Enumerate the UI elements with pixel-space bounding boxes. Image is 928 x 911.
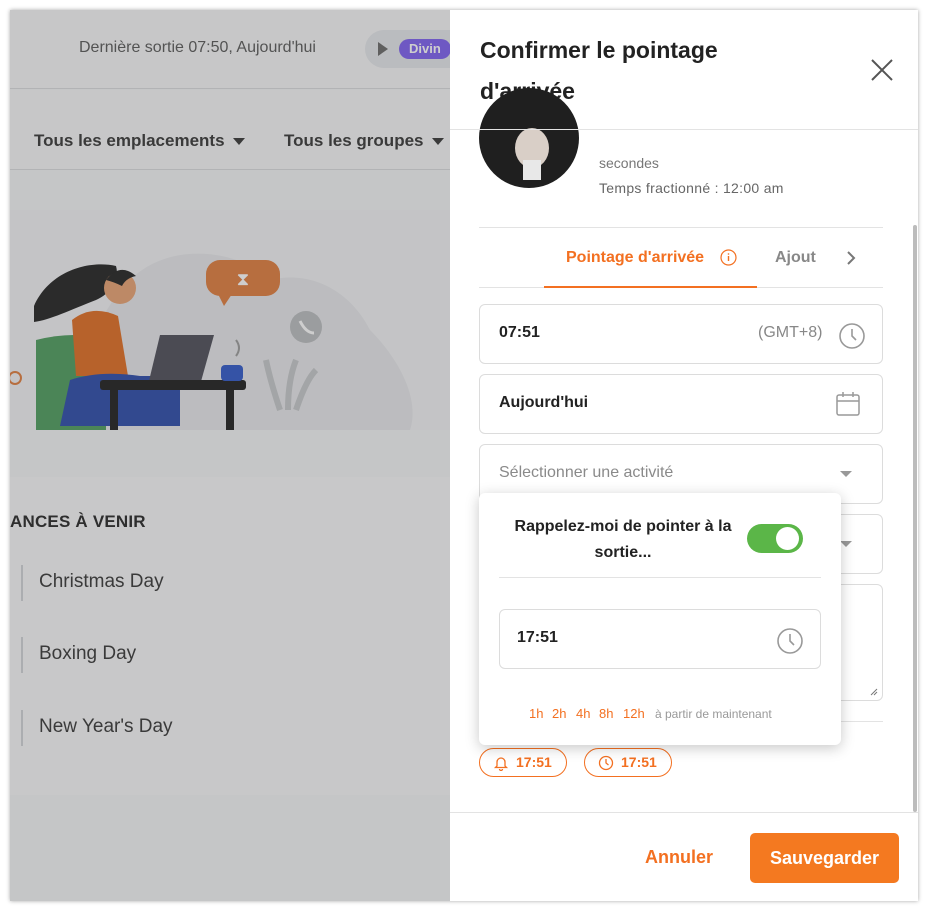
quick-2h[interactable]: 2h	[552, 706, 566, 721]
meta-split-time: Temps fractionné : 12:00 am	[599, 180, 784, 196]
date-field[interactable]: Aujourd'hui	[479, 374, 883, 434]
info-icon	[720, 249, 737, 266]
cancel-button[interactable]: Annuler	[645, 847, 713, 868]
time-value: 07:51	[499, 324, 540, 341]
reminder-text: Rappelez-moi de pointer à la sortie...	[514, 518, 732, 561]
activity-placeholder: Sélectionner une activité	[499, 464, 674, 481]
save-button[interactable]: Sauvegarder	[750, 833, 899, 883]
close-button[interactable]	[869, 57, 895, 83]
clock-icon	[777, 628, 803, 654]
chevron-down-icon	[840, 471, 852, 477]
calendar-icon	[836, 392, 860, 416]
quick-1h[interactable]: 1h	[529, 706, 543, 721]
quick-suffix: à partir de maintenant	[655, 707, 772, 721]
date-value: Aujourd'hui	[499, 394, 589, 411]
divider	[499, 577, 821, 578]
background-app: Dernière sortie 07:50, Aujourd'hui Divin…	[10, 10, 475, 901]
tab-clock-in[interactable]: Pointage d'arrivée	[544, 228, 757, 288]
reminder-time-field[interactable]: 17:51	[499, 609, 821, 669]
quick-12h[interactable]: 12h	[623, 706, 645, 721]
chevron-right-icon[interactable]	[843, 250, 859, 266]
avatar	[479, 88, 579, 188]
confirm-clock-in-drawer: Confirmer le pointage d'arrivée secondes…	[450, 10, 918, 901]
tabs: Pointage d'arrivée Ajout	[479, 228, 883, 288]
reminder-chip-label: 17:51	[516, 754, 552, 770]
close-icon	[871, 59, 893, 81]
timezone-label: (GMT+8)	[758, 324, 823, 341]
clock-out-chip-label: 17:51	[621, 754, 657, 770]
resize-handle-icon[interactable]	[870, 688, 878, 696]
quick-4h[interactable]: 4h	[576, 706, 590, 721]
reminder-toggle[interactable]	[747, 524, 803, 553]
tab-add[interactable]: Ajout	[775, 249, 821, 267]
footer-divider	[450, 812, 918, 813]
modal-overlay[interactable]	[10, 10, 450, 901]
header-divider	[450, 129, 918, 130]
clock-out-chip[interactable]: 17:51	[584, 748, 672, 777]
quick-8h[interactable]: 8h	[599, 706, 613, 721]
clock-out-reminder-popover: Rappelez-moi de pointer à la sortie... 1…	[479, 493, 841, 745]
app-window: Dernière sortie 07:50, Aujourd'hui Divin…	[10, 10, 918, 901]
avatar-collar	[523, 160, 541, 180]
tab-clock-in-label: Pointage d'arrivée	[566, 249, 705, 266]
time-field[interactable]: 07:51 (GMT+8)	[479, 304, 883, 364]
bell-icon	[493, 757, 509, 771]
toggle-knob	[776, 527, 799, 550]
chevron-down-icon	[840, 541, 852, 547]
clock-icon	[839, 323, 865, 349]
scrollbar[interactable]	[913, 225, 917, 812]
meta-seconds: secondes	[599, 155, 659, 171]
reminder-time-value: 17:51	[517, 629, 558, 646]
clock-out-icon	[598, 755, 614, 771]
reminder-chip[interactable]: 17:51	[479, 748, 567, 777]
